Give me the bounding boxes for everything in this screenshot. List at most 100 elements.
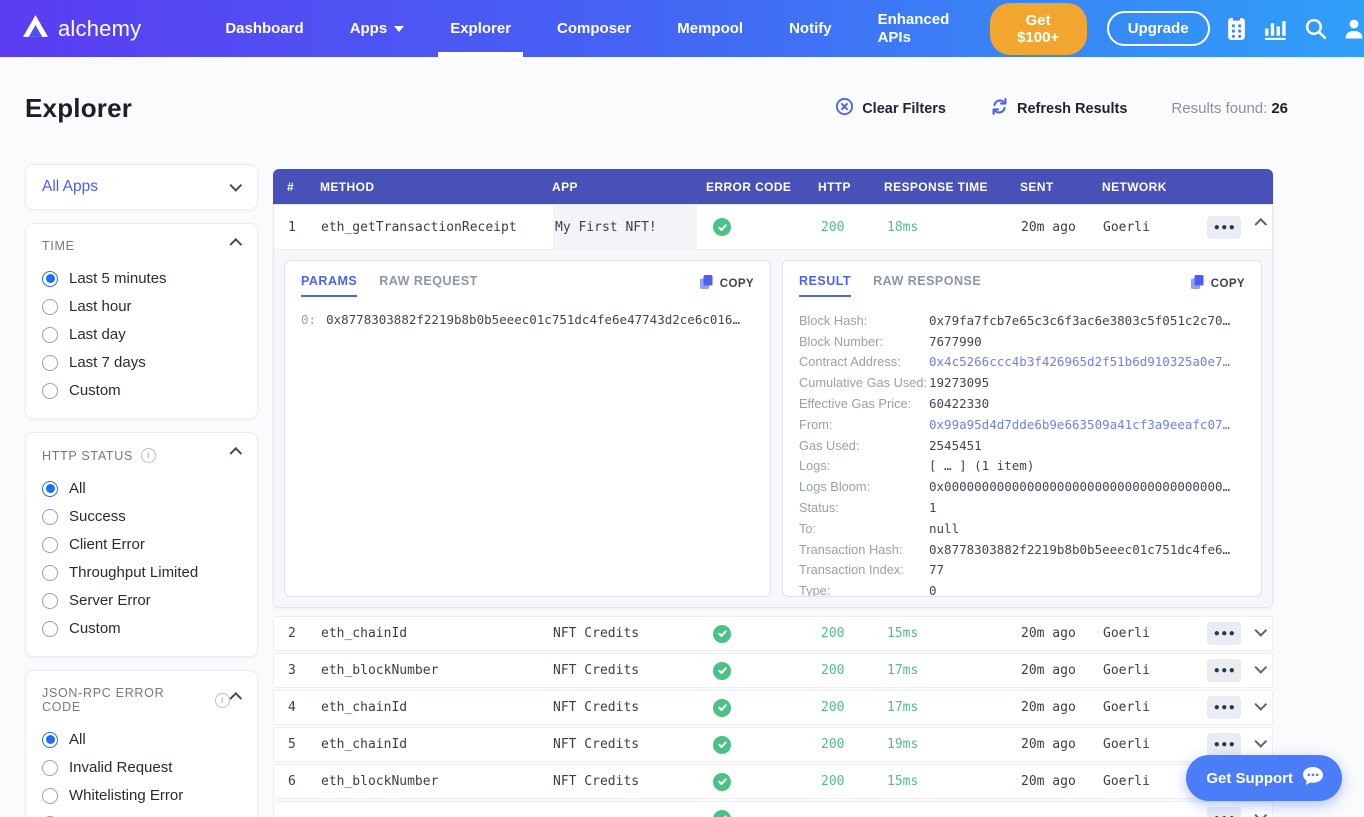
row-more-button[interactable]: ●●● (1207, 696, 1241, 719)
nav-item-dashboard[interactable]: Dashboard (225, 0, 303, 57)
table-row[interactable]: ●●● (273, 801, 1273, 817)
nav-item-mempool[interactable]: Mempool (677, 0, 743, 57)
radio-option-custom-http[interactable]: Custom (42, 620, 241, 637)
get-support-button[interactable]: Get Support (1186, 755, 1342, 801)
filter-section-title: TIME (42, 239, 75, 253)
result-field: Transaction Hash:0x8778303882f2219b8b0b5… (799, 539, 1245, 560)
top-nav: alchemy Dashboard Apps Explorer Composer… (0, 0, 1364, 57)
tab-raw-request[interactable]: RAW REQUEST (379, 274, 478, 295)
radio-option-last-hour[interactable]: Last hour (42, 298, 241, 315)
refresh-results-button[interactable]: Refresh Results (990, 97, 1127, 120)
response-pane: RESULT RAW RESPONSE COPY Block Hash:0x79… (782, 260, 1262, 597)
expand-row-chevron-icon[interactable] (1257, 663, 1266, 678)
tab-params[interactable]: PARAMS (301, 274, 357, 297)
collapse-row-chevron-icon[interactable] (1257, 220, 1266, 235)
table-header-row: # METHOD APP ERROR CODE HTTP RESPONSE TI… (273, 169, 1273, 204)
nav-item-enhanced-apis[interactable]: Enhanced APIs (878, 0, 962, 57)
info-icon[interactable]: i (141, 448, 156, 463)
table-row[interactable]: 2 eth_chainId NFT Credits 200 15ms 20m a… (273, 616, 1273, 651)
table-row[interactable]: 6 eth_blockNumber NFT Credits 200 15ms 2… (273, 764, 1273, 799)
address-link[interactable]: 0x4c5266ccc4b3f426965d2f51b6d910325a0e7… (929, 354, 1230, 369)
tab-raw-response[interactable]: RAW RESPONSE (873, 274, 981, 295)
address-link[interactable]: 0x99a95d4d7dde6b9e663509a41cf3a9eeafc07… (929, 417, 1230, 432)
brand-name: alchemy (58, 16, 141, 42)
collapse-chevron-icon[interactable] (229, 238, 242, 251)
upgrade-button[interactable]: Upgrade (1107, 11, 1210, 46)
row-more-button[interactable]: ●●● (1207, 807, 1241, 817)
table-row[interactable]: 3 eth_blockNumber NFT Credits 200 17ms 2… (273, 653, 1273, 688)
nav-item-apps[interactable]: Apps (350, 0, 405, 57)
success-check-icon (713, 218, 731, 236)
radio-option-invalid-request[interactable]: Invalid Request (42, 759, 241, 776)
result-field: Type:0 (799, 580, 1245, 597)
result-field: Block Hash:0x79fa7fcb7e65c3c6f3ac6e3803c… (799, 310, 1245, 331)
radio-option-rpc-all[interactable]: All (42, 731, 241, 748)
filter-section-rpc-error: JSON-RPC ERROR CODE i All Invalid Reques… (25, 670, 258, 817)
radio (42, 509, 58, 525)
collapse-chevron-icon[interactable] (229, 692, 242, 705)
app-cell: My First NFT! (553, 205, 697, 249)
alchemy-logo-icon (22, 14, 49, 44)
collapse-chevron-icon[interactable] (229, 447, 242, 460)
col-error-code: ERROR CODE (706, 180, 818, 194)
table-row-expanded: 1 eth_getTransactionReceipt My First NFT… (273, 204, 1273, 608)
expand-row-chevron-icon[interactable] (1257, 700, 1266, 715)
get-credit-button[interactable]: Get $100+ (990, 3, 1087, 55)
radio (42, 788, 58, 804)
radio-option-last-7-days[interactable]: Last 7 days (42, 354, 241, 371)
result-field: Block Number:7677990 (799, 331, 1245, 352)
radio-option-throughput-limited[interactable]: Throughput Limited (42, 564, 241, 581)
table-row[interactable]: 5 eth_chainId NFT Credits 200 19ms 20m a… (273, 727, 1273, 762)
stats-icon[interactable] (1263, 16, 1288, 42)
nav-item-notify[interactable]: Notify (789, 0, 832, 57)
success-check-icon (713, 699, 731, 717)
app-select-value: All Apps (42, 178, 98, 196)
alchemy-logo[interactable]: alchemy (22, 14, 141, 44)
radio-option-last-day[interactable]: Last day (42, 326, 241, 343)
row-more-button[interactable]: ●●● (1207, 733, 1241, 756)
col-app: APP (552, 180, 706, 194)
user-icon[interactable] (1343, 16, 1364, 42)
col-network: NETWORK (1102, 180, 1206, 194)
radio-option-whitelisting-error[interactable]: Whitelisting Error (42, 787, 241, 804)
expand-row-chevron-icon[interactable] (1257, 811, 1266, 817)
radio-selected (42, 481, 58, 497)
clear-filters-button[interactable]: Clear Filters (835, 97, 946, 120)
radio (42, 593, 58, 609)
radio-option-custom-time[interactable]: Custom (42, 382, 241, 399)
copy-request-button[interactable]: COPY (699, 274, 754, 293)
result-field: To:null (799, 518, 1245, 539)
table-row[interactable]: 1 eth_getTransactionReceipt My First NFT… (274, 205, 1272, 249)
apps-dropdown-caret-icon (394, 26, 404, 32)
nav-item-composer[interactable]: Composer (557, 0, 631, 57)
copy-response-button[interactable]: COPY (1190, 274, 1245, 293)
expand-row-chevron-icon[interactable] (1257, 626, 1266, 641)
radio-option-server-error[interactable]: Server Error (42, 592, 241, 609)
row-more-button[interactable]: ●●● (1207, 659, 1241, 682)
header-utilities: Clear Filters Refresh Results Results fo… (835, 97, 1288, 120)
radio (42, 537, 58, 553)
table-row[interactable]: 4 eth_chainId NFT Credits 200 17ms 20m a… (273, 690, 1273, 725)
row-more-button[interactable]: ●●● (1207, 216, 1241, 239)
result-field: Logs Bloom:0x000000000000000000000000000… (799, 476, 1245, 497)
copy-icon (699, 274, 714, 293)
chevron-down-icon (229, 179, 242, 192)
nav-item-explorer[interactable]: Explorer (450, 0, 511, 57)
result-field: From:0x99a95d4d7dde6b9e663509a41cf3a9eea… (799, 414, 1245, 435)
expand-row-chevron-icon[interactable] (1257, 737, 1266, 752)
radio-option-client-error[interactable]: Client Error (42, 536, 241, 553)
radio (42, 565, 58, 581)
search-icon[interactable] (1304, 16, 1327, 42)
radio-option-last-5-minutes[interactable]: Last 5 minutes (42, 270, 241, 287)
app-select-dropdown[interactable]: All Apps (25, 164, 258, 210)
billing-icon[interactable] (1226, 16, 1247, 42)
radio (42, 760, 58, 776)
radio-option-success[interactable]: Success (42, 508, 241, 525)
filters-sidebar: All Apps TIME Last 5 minutes Last hour L… (25, 164, 258, 817)
info-icon[interactable]: i (215, 693, 230, 708)
result-field: Transaction Index:77 (799, 560, 1245, 581)
radio-option-http-all[interactable]: All (42, 480, 241, 497)
row-more-button[interactable]: ●●● (1207, 622, 1241, 645)
tab-result[interactable]: RESULT (799, 274, 851, 297)
radio (42, 383, 58, 399)
